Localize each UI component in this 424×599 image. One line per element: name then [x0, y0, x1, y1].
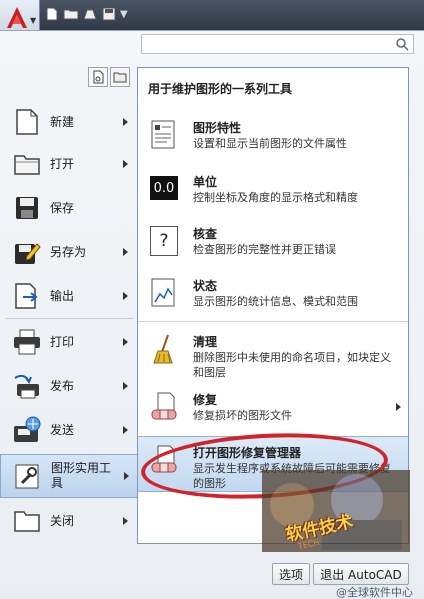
- tool-title: 状态: [193, 279, 218, 293]
- tool-title: 图形特性: [193, 121, 242, 135]
- menu-item-export[interactable]: 输出: [0, 275, 138, 317]
- close-folder-icon: [12, 506, 42, 536]
- save-as-icon: [12, 237, 42, 267]
- tool-description: 删除图形中未使用的命名项目，如块定义和图层: [193, 351, 391, 379]
- recover-icon: [151, 392, 177, 420]
- plot-icon[interactable]: [82, 6, 98, 22]
- menu-item-send-label: 发送: [50, 422, 75, 437]
- submenu-arrow-icon: [123, 338, 128, 346]
- printer-icon: [12, 327, 42, 357]
- recent-documents-toggles: [88, 67, 130, 87]
- audit-icon-text: ?: [159, 231, 169, 251]
- audit-icon: ?: [150, 226, 178, 256]
- recent-documents-icon[interactable]: [88, 67, 108, 87]
- tool-title: 修复: [193, 393, 218, 407]
- units-icon: 0.0: [150, 176, 178, 200]
- menu-divider: [6, 318, 134, 319]
- properties-icon: [151, 120, 175, 149]
- menu-item-publish-label: 发布: [50, 378, 75, 393]
- submenu-arrow-icon: [123, 248, 128, 256]
- tool-description: 控制坐标及角度的显示格式和精度: [193, 191, 358, 204]
- menu-item-send[interactable]: 发送: [0, 409, 138, 451]
- tool-purge[interactable]: 清理 删除图形中未使用的命名项目，如块定义和图层: [138, 326, 408, 382]
- panel-divider: [138, 321, 408, 322]
- menu-item-publish[interactable]: 发布: [0, 365, 138, 407]
- publish-icon: [12, 371, 42, 401]
- submenu-arrow-icon: [123, 292, 128, 300]
- submenu-arrow-icon: [123, 426, 128, 434]
- label-line-1: 图形实用工: [51, 461, 112, 475]
- menu-item-new-label: 新建: [50, 114, 75, 129]
- menu-item-print[interactable]: 打印: [0, 321, 138, 363]
- tool-title: 清理: [193, 335, 218, 349]
- panel-title: 用于维护图形的一系列工具: [148, 82, 293, 96]
- status-chart-icon: [151, 278, 175, 307]
- tool-audit[interactable]: ? 核查 检查图形的完整性并更正错误: [138, 218, 408, 268]
- save-icon[interactable]: [101, 6, 117, 22]
- open-folder-icon: [12, 149, 42, 179]
- menu-item-save-label: 保存: [50, 200, 75, 215]
- menu-item-save-as-label: 另存为: [50, 244, 87, 259]
- menu-item-save[interactable]: 保存: [0, 187, 138, 229]
- submenu-arrow-icon: [123, 160, 128, 168]
- menu-item-drawing-utilities-label: 图形实用工 具: [51, 461, 111, 491]
- options-button[interactable]: 选项: [272, 563, 310, 585]
- tool-description: 设置和显示当前图形的文件属性: [193, 137, 347, 150]
- menu-item-new[interactable]: 新建: [0, 101, 138, 143]
- new-document-icon: [12, 107, 42, 137]
- chevron-down-icon: ▼: [30, 16, 37, 25]
- send-icon: [12, 415, 42, 445]
- export-icon: [12, 281, 42, 311]
- menu-item-save-as[interactable]: 另存为: [0, 231, 138, 273]
- watermark-caption: @全球软件中心: [336, 586, 413, 599]
- submenu-arrow-icon: [123, 118, 128, 126]
- tool-title: 单位: [193, 175, 218, 189]
- submenu-arrow-icon: [123, 382, 128, 390]
- tool-title: 核查: [193, 227, 218, 241]
- open-folder-icon[interactable]: [63, 6, 79, 22]
- units-icon-text: 0.0: [153, 180, 175, 196]
- new-file-icon[interactable]: [44, 6, 60, 22]
- tool-description: 显示图形的统计信息、模式和范围: [193, 295, 358, 308]
- search-icon[interactable]: [395, 37, 409, 51]
- search-input[interactable]: [141, 34, 414, 54]
- label-line-2: 具: [51, 476, 64, 490]
- submenu-arrow-icon: [124, 472, 129, 480]
- tool-units[interactable]: 0.0 单位 控制坐标及角度的显示格式和精度: [138, 166, 408, 216]
- open-documents-icon[interactable]: [110, 67, 130, 87]
- quick-access-toolbar: ▼: [44, 4, 128, 24]
- menu-item-drawing-utilities[interactable]: 图形实用工 具: [0, 454, 138, 498]
- save-disk-icon: [12, 193, 42, 223]
- menu-item-print-label: 打印: [50, 334, 75, 349]
- submenu-arrow-icon: [123, 517, 128, 525]
- menu-item-open-label: 打开: [50, 156, 75, 171]
- qat-dropdown-icon[interactable]: ▼: [120, 9, 128, 20]
- exit-autocad-button[interactable]: 退出 AutoCAD: [313, 563, 409, 585]
- tool-description: 修复损坏的图形文件: [193, 409, 292, 422]
- tool-description: 检查图形的完整性并更正错误: [193, 243, 336, 256]
- tool-drawing-properties[interactable]: 图形特性 设置和显示当前图形的文件属性: [138, 112, 408, 162]
- menu-item-close[interactable]: 关闭: [0, 500, 138, 542]
- wrench-icon: [13, 461, 43, 491]
- menu-item-export-label: 输出: [50, 288, 75, 303]
- autocad-logo-icon: [7, 7, 27, 28]
- tool-status[interactable]: 状态 显示图形的统计信息、模式和范围: [138, 270, 408, 320]
- submenu-arrow-icon: [396, 403, 401, 411]
- menu-item-close-label: 关闭: [50, 513, 75, 528]
- menu-item-open[interactable]: 打开: [0, 143, 138, 185]
- broom-icon: [153, 334, 173, 364]
- tool-recover[interactable]: 修复 修复损坏的图形文件: [138, 384, 408, 434]
